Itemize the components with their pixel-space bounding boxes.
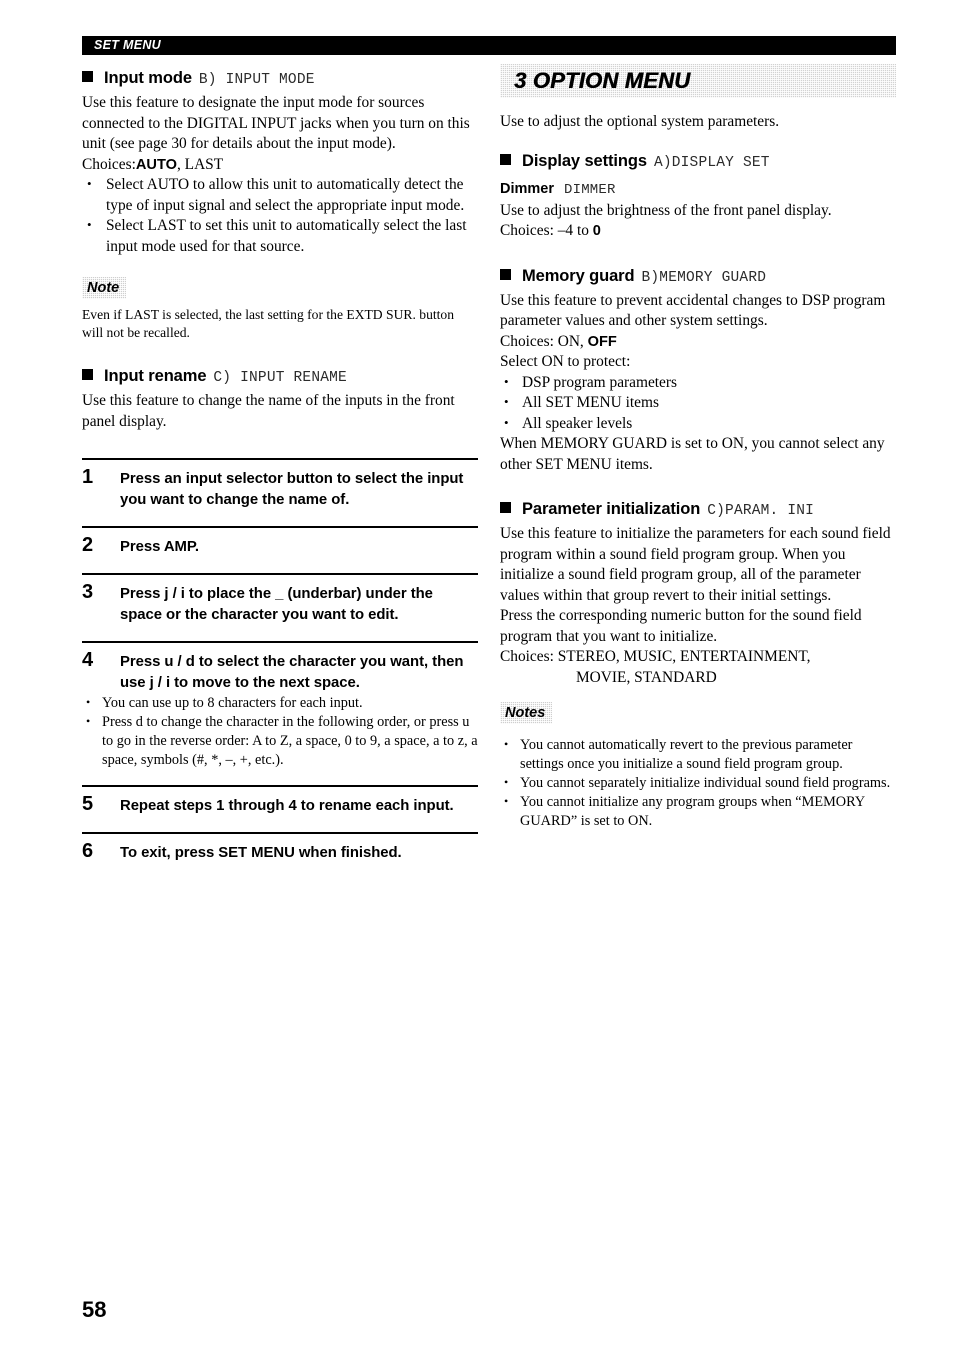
- list-item: You can use up to 8 characters for each …: [82, 693, 478, 713]
- list-item: Select AUTO to allow this unit to automa…: [82, 174, 478, 216]
- section-heading-parameter-initialization: Parameter initialization C)PARAM. INI: [500, 495, 896, 523]
- option-menu-intro: Use to adjust the optional system parame…: [500, 113, 780, 130]
- subsection-title: Dimmer: [500, 180, 554, 197]
- parameter-initialization-intro: Use this feature to initialize the param…: [500, 525, 891, 604]
- section-code-label: C) INPUT RENAME: [213, 370, 347, 386]
- step-number: 6: [82, 840, 94, 862]
- note-text: Even if LAST is selected, the last setti…: [82, 307, 455, 340]
- notes-block: Notes You cannot automatically revert to…: [500, 702, 896, 831]
- choices-default-value: AUTO: [135, 156, 177, 173]
- running-header-bar: SET MENU: [82, 36, 896, 55]
- square-bullet-icon: [82, 71, 93, 82]
- page-number: 58: [82, 1297, 107, 1322]
- input-mode-bullet-list: Select AUTO to allow this unit to automa…: [82, 174, 478, 257]
- input-rename-intro: Use this feature to change the name of t…: [82, 392, 455, 430]
- step-number: 4: [82, 649, 94, 671]
- section-title: Memory guard: [522, 266, 635, 285]
- note-label: Note: [82, 277, 126, 299]
- step-text: Press AMP.: [120, 539, 199, 555]
- step-text: Repeat steps 1 through 4 to rename each …: [120, 798, 454, 814]
- memory-guard-outro: When MEMORY GUARD is set to ON, you cann…: [500, 435, 885, 473]
- section-title: Parameter initialization: [522, 500, 701, 518]
- notes-label: Notes: [500, 702, 552, 724]
- procedure-step: 2 Press AMP.: [82, 526, 478, 558]
- step-text: Press an input selector button to select…: [120, 471, 464, 508]
- step-number: 1: [82, 466, 94, 488]
- choices-label: Choices: –4 to: [500, 222, 593, 239]
- section-code-label: C)PARAM. INI: [707, 503, 815, 519]
- section-heading-memory-guard: Memory guard B)MEMORY GUARD: [500, 262, 896, 290]
- choices-label: Choices: ON,: [500, 332, 588, 350]
- section-code-label: B) INPUT MODE: [198, 72, 315, 88]
- step-text: To exit, press SET MENU when finished.: [120, 845, 402, 861]
- option-menu-banner-title: 3 OPTION MENU: [514, 68, 691, 93]
- step-number: 2: [82, 534, 94, 556]
- list-item: Select LAST to set this unit to automati…: [82, 215, 478, 257]
- parameter-initialization-press-text: Press the corresponding numeric button f…: [500, 607, 862, 645]
- choices-label: Choices:: [82, 155, 136, 173]
- procedure-step: 3 Press j / i to place the _ (underbar) …: [82, 573, 478, 626]
- subsection-code-label: DIMMER: [564, 181, 616, 198]
- left-column: Input mode B) INPUT MODE Use this feature…: [82, 64, 478, 864]
- step-text: Press j / i to place the _ (underbar) un…: [120, 586, 433, 623]
- choices-remaining: , LAST: [176, 155, 224, 173]
- memory-guard-protect-intro: Select ON to protect:: [500, 353, 631, 370]
- list-item: You cannot separately initialize individ…: [500, 773, 896, 793]
- section-heading-input-mode: Input mode B) INPUT MODE: [82, 64, 478, 92]
- choices-default-value: 0: [592, 223, 601, 239]
- dimmer-choices: Choices: –4 to 0: [500, 221, 896, 242]
- memory-guard-protect-list: DSP program parameters All SET MENU item…: [500, 372, 896, 435]
- section-code-label: B)MEMORY GUARD: [641, 269, 767, 286]
- step-text: Press u / d to select the character you …: [120, 654, 464, 691]
- parameter-initialization-choices-line2: MOVIE, STANDARD: [576, 668, 717, 686]
- list-item: DSP program parameters: [500, 372, 896, 394]
- section-title: Input mode: [104, 69, 192, 87]
- parameter-initialization-choices-line1: Choices: STEREO, MUSIC, ENTERTAINMENT,: [500, 648, 811, 665]
- choices-default-value: OFF: [587, 333, 617, 350]
- memory-guard-intro: Use this feature to prevent accidental c…: [500, 291, 886, 330]
- section-title: Input rename: [104, 367, 207, 385]
- list-item: All SET MENU items: [500, 392, 896, 414]
- procedure-step: 1 Press an input selector button to sele…: [82, 458, 478, 511]
- step-number: 3: [82, 581, 94, 603]
- input-mode-intro: Use this feature to designate the input …: [82, 94, 470, 152]
- section-title: Display settings: [522, 151, 647, 170]
- step-sub-bullet-list: You can use up to 8 characters for each …: [82, 693, 478, 770]
- section-heading-display-settings: Display settings A)DISPLAY SET: [500, 147, 896, 175]
- section-heading-input-rename: Input rename C) INPUT RENAME: [82, 362, 478, 390]
- list-item: All speaker levels: [500, 413, 896, 435]
- square-bullet-icon: [500, 502, 511, 513]
- list-item: Press d to change the character in the f…: [82, 712, 478, 770]
- procedure-step: 5 Repeat steps 1 through 4 to rename eac…: [82, 785, 478, 817]
- right-column: 3 OPTION MENU Use to adjust the optional…: [500, 64, 896, 831]
- list-item: You cannot initialize any program groups…: [500, 792, 896, 831]
- square-bullet-icon: [500, 268, 511, 280]
- step-number: 5: [82, 793, 94, 815]
- procedure-step: 4 Press u / d to select the character yo…: [82, 641, 478, 770]
- dimmer-text: Use to adjust the brightness of the fron…: [500, 201, 832, 219]
- square-bullet-icon: [82, 369, 93, 380]
- section-code-label: A)DISPLAY SET: [653, 154, 770, 171]
- input-mode-choices: Choices:AUTO, LAST: [82, 155, 478, 176]
- note-block: Note Even if LAST is selected, the last …: [82, 277, 478, 342]
- square-bullet-icon: [500, 153, 511, 165]
- memory-guard-choices: Choices: ON, OFF: [500, 332, 896, 353]
- document-page: SET MENU Input mode B) INPUT MODE Use thi…: [0, 0, 954, 1352]
- procedure-step: 6 To exit, press SET MENU when finished.: [82, 832, 478, 864]
- subsection-heading-dimmer: Dimmer DIMMER: [500, 176, 896, 201]
- notes-list: You cannot automatically revert to the p…: [500, 735, 896, 831]
- running-header-label: SET MENU: [94, 38, 161, 52]
- option-menu-banner: 3 OPTION MENU: [500, 64, 896, 98]
- list-item: You cannot automatically revert to the p…: [500, 735, 896, 774]
